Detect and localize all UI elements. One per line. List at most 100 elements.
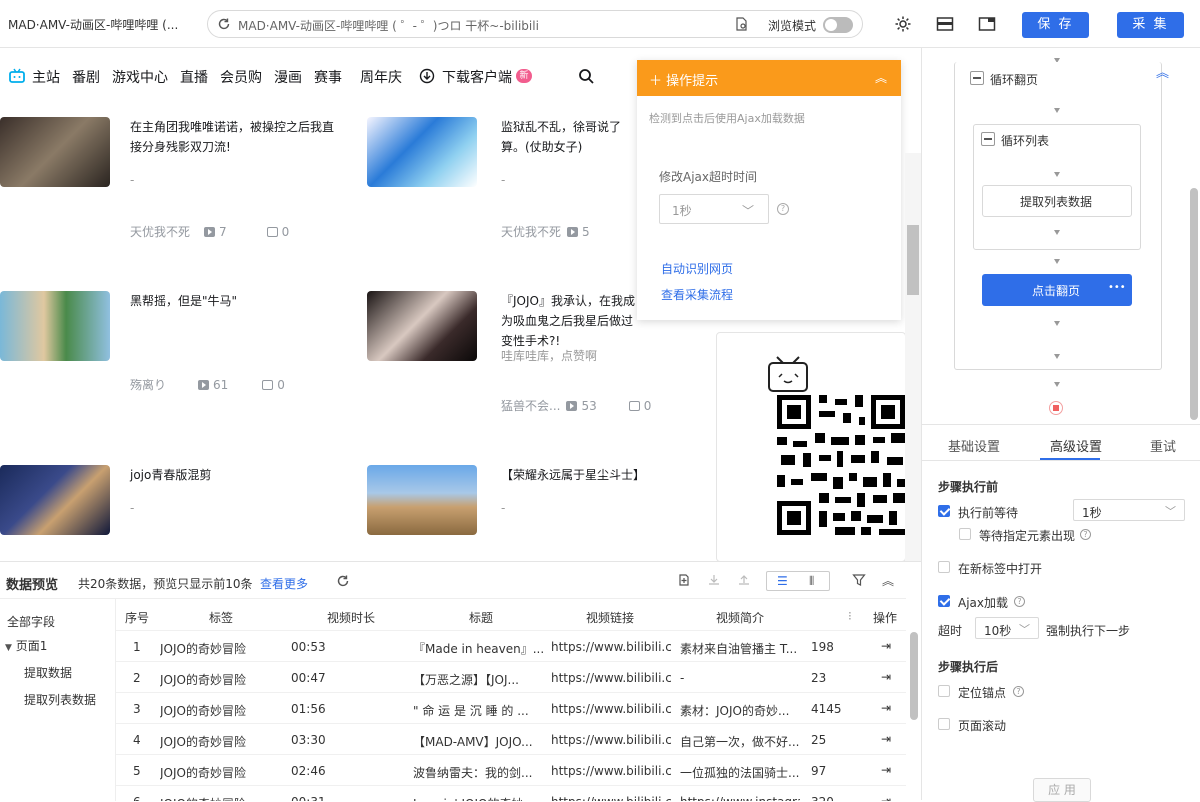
tree-item-extract-list[interactable]: 提取列表数据: [24, 691, 96, 708]
search-icon[interactable]: [578, 68, 594, 84]
video-title[interactable]: jojo青春版混剪: [130, 465, 345, 485]
nav-item-shop[interactable]: 会员购: [220, 67, 262, 87]
open-row-icon[interactable]: ⇥: [881, 763, 891, 777]
more-options-icon[interactable]: •••: [1108, 282, 1126, 293]
video-subtitle: -: [130, 173, 135, 187]
apply-button[interactable]: 应 用: [1033, 778, 1091, 802]
nav-item-esports[interactable]: 赛事: [314, 67, 342, 87]
tree-item-all[interactable]: 全部字段: [7, 613, 55, 630]
ajax-checkbox[interactable]: [938, 595, 950, 607]
table-row[interactable]: 1 JOJO的奇妙冒险 00:53 『Made in heaven』... https:…: [116, 631, 906, 662]
collapse-up-icon[interactable]: ︽: [882, 572, 894, 589]
tree-item-page[interactable]: ▼ 页面1: [5, 637, 47, 654]
tips-header[interactable]: ＋ 操作提示 ︽: [637, 60, 901, 96]
video-author[interactable]: 天优我不死: [130, 225, 190, 239]
browse-mode-toggle[interactable]: [823, 17, 853, 33]
video-thumbnail[interactable]: [0, 465, 110, 535]
auto-detect-link[interactable]: 自动识别网页: [661, 260, 733, 277]
chevron-down-icon: ﹀: [741, 204, 754, 218]
save-button[interactable]: 保 存: [1022, 12, 1089, 38]
layout-side-icon[interactable]: [978, 15, 996, 33]
view-more-link[interactable]: 查看更多: [260, 575, 308, 592]
gear-icon[interactable]: [894, 15, 912, 33]
help-icon[interactable]: ?: [1080, 529, 1091, 540]
video-title[interactable]: 黑帮摇，但是"牛马": [130, 291, 345, 311]
nav-item-anime[interactable]: 番剧: [72, 67, 100, 87]
nav-item-anniversary[interactable]: 周年庆: [360, 67, 402, 87]
collapse-up-icon[interactable]: ︽: [875, 69, 887, 86]
filter-icon[interactable]: [852, 573, 866, 587]
scroll-thumb[interactable]: [907, 225, 919, 295]
wait-element-checkbox[interactable]: [959, 528, 971, 540]
video-author[interactable]: 殇离り: [130, 378, 166, 392]
video-title[interactable]: 『JOJO』我承认，在我成为吸血鬼之后我星后做过变性手术?!: [501, 291, 636, 351]
caret-down-icon[interactable]: ▼: [5, 643, 12, 653]
open-row-icon[interactable]: ⇥: [881, 670, 891, 684]
table-cell: JOJO的奇妙冒险: [160, 673, 246, 687]
export-down-icon[interactable]: [707, 573, 721, 587]
ajax-timeout-select[interactable]: 1秒 ﹀: [659, 194, 769, 224]
video-author[interactable]: 天优我不死: [501, 225, 561, 239]
document-settings-icon[interactable]: [734, 17, 748, 31]
video-thumbnail[interactable]: [367, 291, 477, 361]
new-tab-checkbox[interactable]: [938, 561, 950, 573]
table-row[interactable]: 5 JOJO的奇妙冒险 02:46 波鲁纳雷夫：我的剑... https://www.b…: [116, 755, 906, 786]
help-icon[interactable]: ?: [777, 203, 789, 215]
address-bar[interactable]: MAD·AMV-动画区-哔哩哔哩 ( ゜- ゜)つロ 干杯~-bilibili …: [207, 10, 863, 38]
nav-item-manga[interactable]: 漫画: [274, 67, 302, 87]
url-text[interactable]: MAD·AMV-动画区-哔哩哔哩 ( ゜- ゜)つロ 干杯~-bilibili: [238, 17, 539, 34]
video-thumbnail[interactable]: [0, 117, 110, 187]
refresh-icon[interactable]: [336, 574, 350, 588]
ajax-timeout-label: 修改Ajax超时时间: [659, 170, 757, 184]
timeout-select[interactable]: 10秒 ﹀: [975, 617, 1039, 639]
help-icon[interactable]: ?: [1013, 686, 1024, 697]
table-row[interactable]: 2 JOJO的奇妙冒险 00:47 【万恶之源】【JOJ... https://www.…: [116, 662, 906, 693]
table-row[interactable]: 4 JOJO的奇妙冒险 03:30 【MAD-AMV】JOJO... https://w…: [116, 724, 906, 755]
tab-basic-settings[interactable]: 基础设置: [948, 436, 1000, 455]
table-scrollbar[interactable]: [910, 632, 918, 720]
video-meta: 天优我不死 7 0: [130, 223, 289, 240]
collapse-minus-icon[interactable]: [981, 132, 995, 146]
nav-item-game[interactable]: 游戏中心: [112, 67, 168, 87]
column-view-icon[interactable]: ⦀: [809, 574, 814, 589]
collect-button[interactable]: 采 集: [1117, 12, 1184, 38]
tab-advanced-settings[interactable]: 高级设置: [1050, 436, 1102, 455]
table-row[interactable]: 6JOJO的奇妙冒险 00:31 Jumpin' JOJO的奇妙... https:/…: [116, 786, 906, 801]
collapse-up-icon[interactable]: ︽: [1156, 62, 1169, 81]
video-title[interactable]: 在主角团我唯唯诺诺，被操控之后我直接分身残影双刀流!: [130, 117, 345, 157]
video-thumbnail[interactable]: [367, 465, 477, 535]
video-title[interactable]: 监狱乱不乱，徐哥说了算。(仗助女子): [501, 117, 636, 157]
help-icon[interactable]: ?: [1014, 596, 1025, 607]
nav-item-main[interactable]: 主站: [32, 67, 60, 87]
video-author[interactable]: 猛兽不会...: [501, 399, 560, 413]
open-row-icon[interactable]: ⇥: [881, 639, 891, 653]
export-up-icon[interactable]: [737, 573, 751, 587]
video-thumbnail[interactable]: [0, 291, 110, 361]
page-scroll-checkbox[interactable]: [938, 718, 950, 730]
wait-before-checkbox[interactable]: [938, 505, 950, 517]
nav-item-download[interactable]: 下载客户端: [442, 67, 512, 87]
nav-item-live[interactable]: 直播: [180, 67, 208, 87]
video-title[interactable]: 【荣耀永远属于星尘斗士】: [501, 465, 661, 485]
locate-anchor-checkbox[interactable]: [938, 685, 950, 697]
view-flow-link[interactable]: 查看采集流程: [661, 286, 733, 303]
list-view-icon[interactable]: ☰: [777, 574, 788, 588]
loop-list-label[interactable]: 循环列表: [1001, 132, 1049, 149]
table-row[interactable]: 3 JOJO的奇妙冒险 01:56 " 命 运 是 沉 睡 的 ... https://…: [116, 693, 906, 724]
reload-icon[interactable]: [217, 17, 231, 31]
tab-retry[interactable]: 重试: [1150, 436, 1176, 455]
collapse-minus-icon[interactable]: [970, 71, 984, 85]
webpage-viewport[interactable]: 主站 番剧 游戏中心 直播 会员购 漫画 赛事 周年庆 下载客户端 新 在主角团…: [0, 48, 921, 561]
click-page-step[interactable]: 点击翻页 •••: [982, 274, 1132, 306]
open-row-icon[interactable]: ⇥: [881, 732, 891, 746]
open-row-icon[interactable]: ⇥: [881, 701, 891, 715]
video-thumbnail[interactable]: [367, 117, 477, 187]
layout-bottom-icon[interactable]: [936, 15, 954, 33]
wait-before-select[interactable]: 1秒 ﹀: [1073, 499, 1185, 521]
loop-page-label[interactable]: 循环翻页: [990, 71, 1038, 88]
vertical-scrollbar[interactable]: [905, 153, 921, 561]
extract-list-label[interactable]: 提取列表数据: [1020, 193, 1092, 210]
add-field-icon[interactable]: [677, 573, 691, 587]
tree-item-extract[interactable]: 提取数据: [24, 664, 72, 681]
flow-scrollbar[interactable]: [1190, 188, 1198, 420]
